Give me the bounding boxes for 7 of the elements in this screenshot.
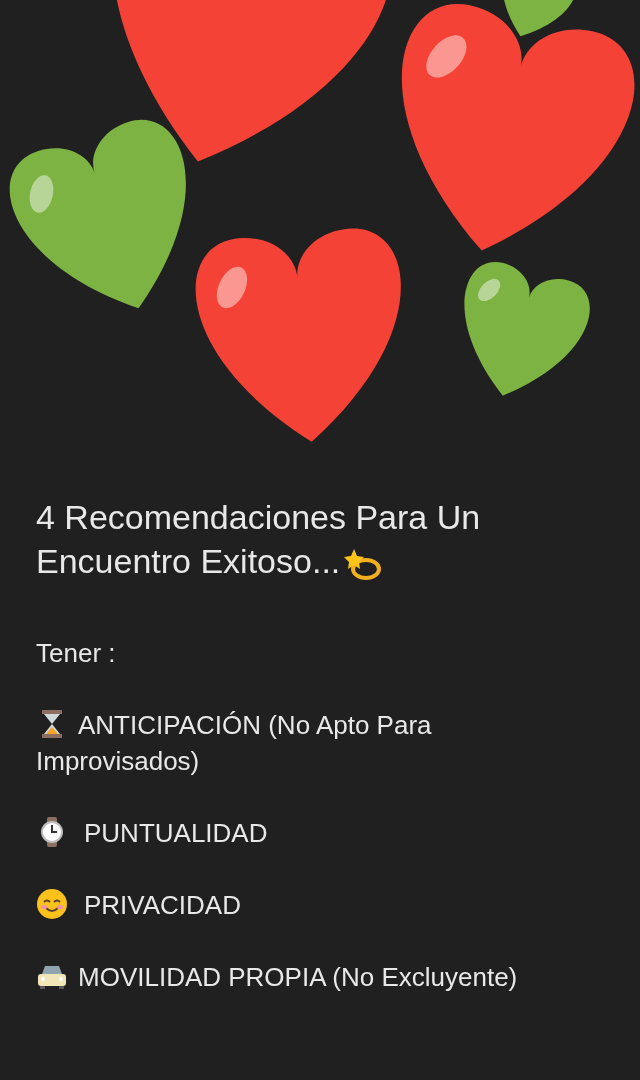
smiling-face-icon [36,888,68,920]
list-item-text: ANTICIPACIÓN (No Apto Para Improvisados) [36,707,433,778]
list-item-text: PUNTUALIDAD [36,815,546,851]
list-item-text: PRIVACIDAD [36,887,546,923]
post-title: 4 Recomendaciones Para Un Encuentro Exitoso... [36,495,556,583]
intro-text: Tener : [36,637,117,670]
list-item-text: MOVILIDAD PROPIA (No Excluyente) [36,959,546,995]
